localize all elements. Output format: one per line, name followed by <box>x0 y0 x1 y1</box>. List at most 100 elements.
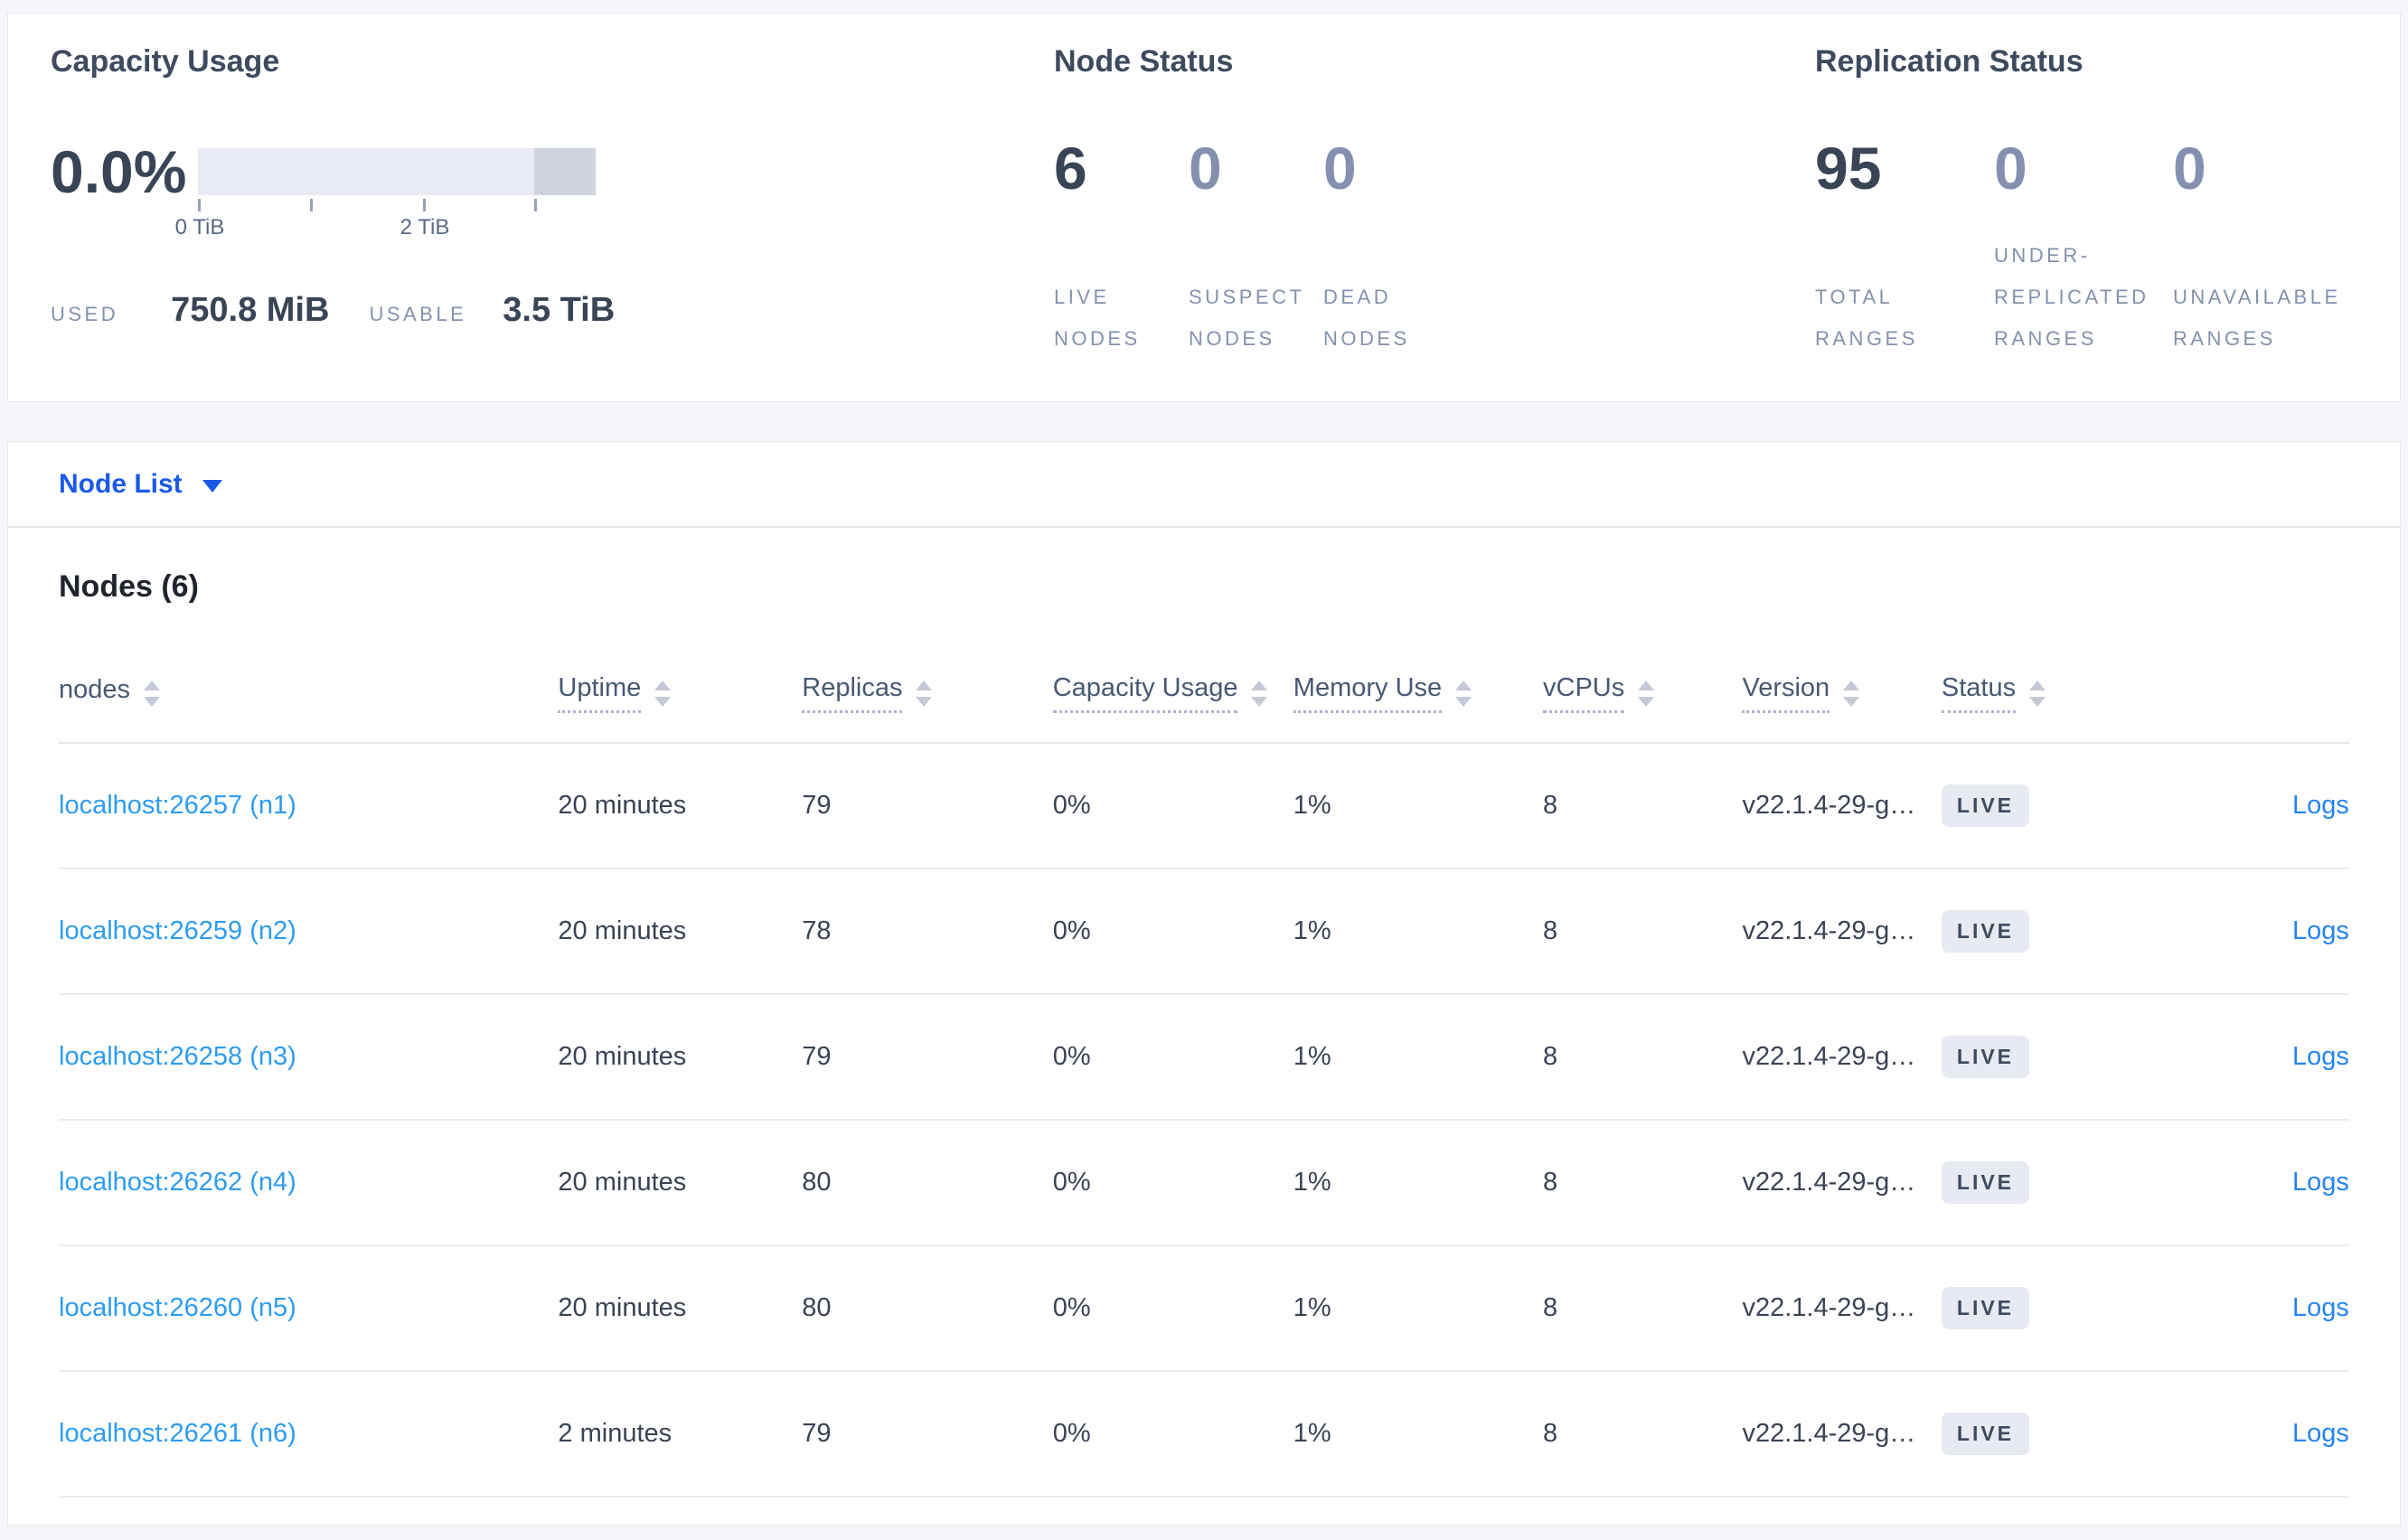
usable-label: USABLE <box>369 303 467 325</box>
total-ranges-label: TOTAL RANGES <box>1815 286 1918 350</box>
dead-nodes-label: DEAD NODES <box>1323 286 1410 350</box>
suspect-nodes-label: SUSPECT NODES <box>1189 286 1305 350</box>
capacity-percent: 0.0% <box>51 138 187 205</box>
node-status-title: Node Status <box>1054 44 1234 79</box>
capacity-usage-cell: 0% <box>1052 1168 1091 1197</box>
suspect-nodes-value: 0 <box>1189 135 1222 202</box>
logs-link[interactable]: Logs <box>2292 916 2349 945</box>
suspect-nodes-stat: 0 SUSPECT NODES <box>1189 132 1323 360</box>
node-link[interactable]: localhost:26257 (n1) <box>59 791 296 820</box>
replication-status-section: Replication Status 95 TOTAL RANGES 0 UND… <box>1815 44 2394 360</box>
status-badge: LIVE <box>1941 784 2030 827</box>
unavailable-ranges-value: 0 <box>2173 135 2206 202</box>
status-badge: LIVE <box>1941 1413 2030 1455</box>
under-replicated-ranges-stat: 0 UNDER-REPLICATED RANGES <box>1994 132 2173 360</box>
sort-icon <box>1843 680 1860 707</box>
axis-tick <box>423 199 426 211</box>
column-header-memory-use[interactable]: Memory Use <box>1293 673 1543 713</box>
replicas-cell: 79 <box>802 791 832 820</box>
axis-tick <box>310 199 313 211</box>
capacity-usage-cell: 0% <box>1052 916 1091 945</box>
replicas-cell: 80 <box>802 1293 832 1322</box>
logs-link[interactable]: Logs <box>2292 1419 2349 1448</box>
column-header-capacity-usage[interactable]: Capacity Usage <box>1052 673 1293 713</box>
logs-link[interactable]: Logs <box>2292 1042 2349 1071</box>
node-list-dropdown[interactable]: Node List <box>8 442 2400 528</box>
version-cell: v22.1.4-29-g… <box>1742 1042 1916 1071</box>
memory-use-cell: 1% <box>1293 791 1331 820</box>
replicas-cell: 78 <box>802 916 832 945</box>
column-header-nodes[interactable]: nodes <box>59 675 558 712</box>
under-replicated-ranges-label: UNDER-REPLICATED RANGES <box>1994 244 2149 350</box>
unavailable-ranges-stat: 0 UNAVAILABLE RANGES <box>2173 132 2381 360</box>
live-nodes-stat: 6 LIVE NODES <box>1054 132 1189 360</box>
nodes-table: nodes Uptime Replicas Capacity Usage Mem… <box>59 670 2349 1498</box>
column-header-version[interactable]: Version <box>1742 673 1941 713</box>
memory-use-cell: 1% <box>1293 1419 1331 1448</box>
vcpus-cell: 8 <box>1543 916 1558 945</box>
logs-link[interactable]: Logs <box>2292 1168 2349 1197</box>
capacity-bar-chart: 0 TiB 2 TiB <box>175 148 596 242</box>
uptime-cell: 20 minutes <box>558 1293 687 1322</box>
usable-value: 3.5 TiB <box>503 291 616 329</box>
sort-icon <box>2029 680 2046 707</box>
column-header-replicas[interactable]: Replicas <box>802 673 1052 713</box>
used-label: USED <box>51 303 119 325</box>
nodes-section-title: Nodes (6) <box>59 569 199 604</box>
node-list-dropdown-label: Node List <box>59 468 183 499</box>
cluster-summary-card: Capacity Usage 0.0% 0 TiB 2 TiB USED 750… <box>7 13 2401 402</box>
version-cell: v22.1.4-29-g… <box>1742 791 1916 820</box>
memory-use-cell: 1% <box>1293 916 1331 945</box>
table-row: localhost:26261 (n6) 2 minutes 79 0% 1% … <box>59 1372 2349 1498</box>
unavailable-ranges-label: UNAVAILABLE RANGES <box>2173 286 2341 350</box>
axis-label-2tib: 2 TiB <box>400 215 450 239</box>
node-status-section: Node Status 6 LIVE NODES 0 SUSPECT NODES… <box>1054 44 1560 360</box>
memory-use-cell: 1% <box>1293 1168 1331 1197</box>
vcpus-cell: 8 <box>1543 791 1558 820</box>
version-cell: v22.1.4-29-g… <box>1742 1293 1916 1322</box>
capacity-bar-track <box>198 148 596 195</box>
node-link[interactable]: localhost:26262 (n4) <box>59 1168 296 1197</box>
replicas-cell: 79 <box>802 1419 832 1448</box>
replicas-cell: 80 <box>802 1168 832 1197</box>
node-list-card: Node List Nodes (6) nodes Uptime Replica… <box>7 441 2401 1526</box>
logs-link[interactable]: Logs <box>2292 791 2349 820</box>
sort-icon <box>1638 680 1655 707</box>
vcpus-cell: 8 <box>1543 1293 1558 1322</box>
sort-icon <box>1251 680 1268 707</box>
node-link[interactable]: localhost:26261 (n6) <box>59 1419 296 1448</box>
uptime-cell: 2 minutes <box>558 1419 673 1448</box>
capacity-usage-title: Capacity Usage <box>51 44 280 79</box>
column-header-status[interactable]: Status <box>1941 673 2170 713</box>
vcpus-cell: 8 <box>1543 1419 1558 1448</box>
status-badge: LIVE <box>1941 910 2030 953</box>
logs-link[interactable]: Logs <box>2292 1293 2349 1322</box>
axis-label-0tib: 0 TiB <box>174 215 225 239</box>
total-ranges-value: 95 <box>1815 135 1882 202</box>
node-link[interactable]: localhost:26259 (n2) <box>59 916 296 945</box>
used-value: 750.8 MiB <box>171 291 330 329</box>
memory-use-cell: 1% <box>1293 1293 1331 1322</box>
replication-status-title: Replication Status <box>1815 44 2083 79</box>
live-nodes-label: LIVE NODES <box>1054 286 1141 350</box>
dead-nodes-value: 0 <box>1323 135 1357 202</box>
capacity-usage-cell: 0% <box>1052 1419 1091 1448</box>
node-link[interactable]: localhost:26258 (n3) <box>59 1042 296 1071</box>
version-cell: v22.1.4-29-g… <box>1742 1168 1916 1197</box>
capacity-bar-reserved-segment <box>534 148 596 195</box>
sort-icon <box>654 680 672 707</box>
capacity-usage-section: Capacity Usage 0.0% 0 TiB 2 TiB USED 750… <box>51 44 683 330</box>
column-header-uptime[interactable]: Uptime <box>558 673 802 713</box>
capacity-usage-cell: 0% <box>1052 1042 1091 1071</box>
version-cell: v22.1.4-29-g… <box>1742 916 1916 945</box>
uptime-cell: 20 minutes <box>558 1042 687 1071</box>
node-link[interactable]: localhost:26260 (n5) <box>59 1293 296 1322</box>
column-header-vcpus[interactable]: vCPUs <box>1543 673 1742 713</box>
chevron-down-icon <box>202 479 222 493</box>
uptime-cell: 20 minutes <box>558 916 687 945</box>
live-nodes-value: 6 <box>1054 135 1087 202</box>
vcpus-cell: 8 <box>1543 1042 1558 1071</box>
sort-icon <box>1455 680 1472 707</box>
uptime-cell: 20 minutes <box>558 791 687 820</box>
memory-use-cell: 1% <box>1293 1042 1331 1071</box>
